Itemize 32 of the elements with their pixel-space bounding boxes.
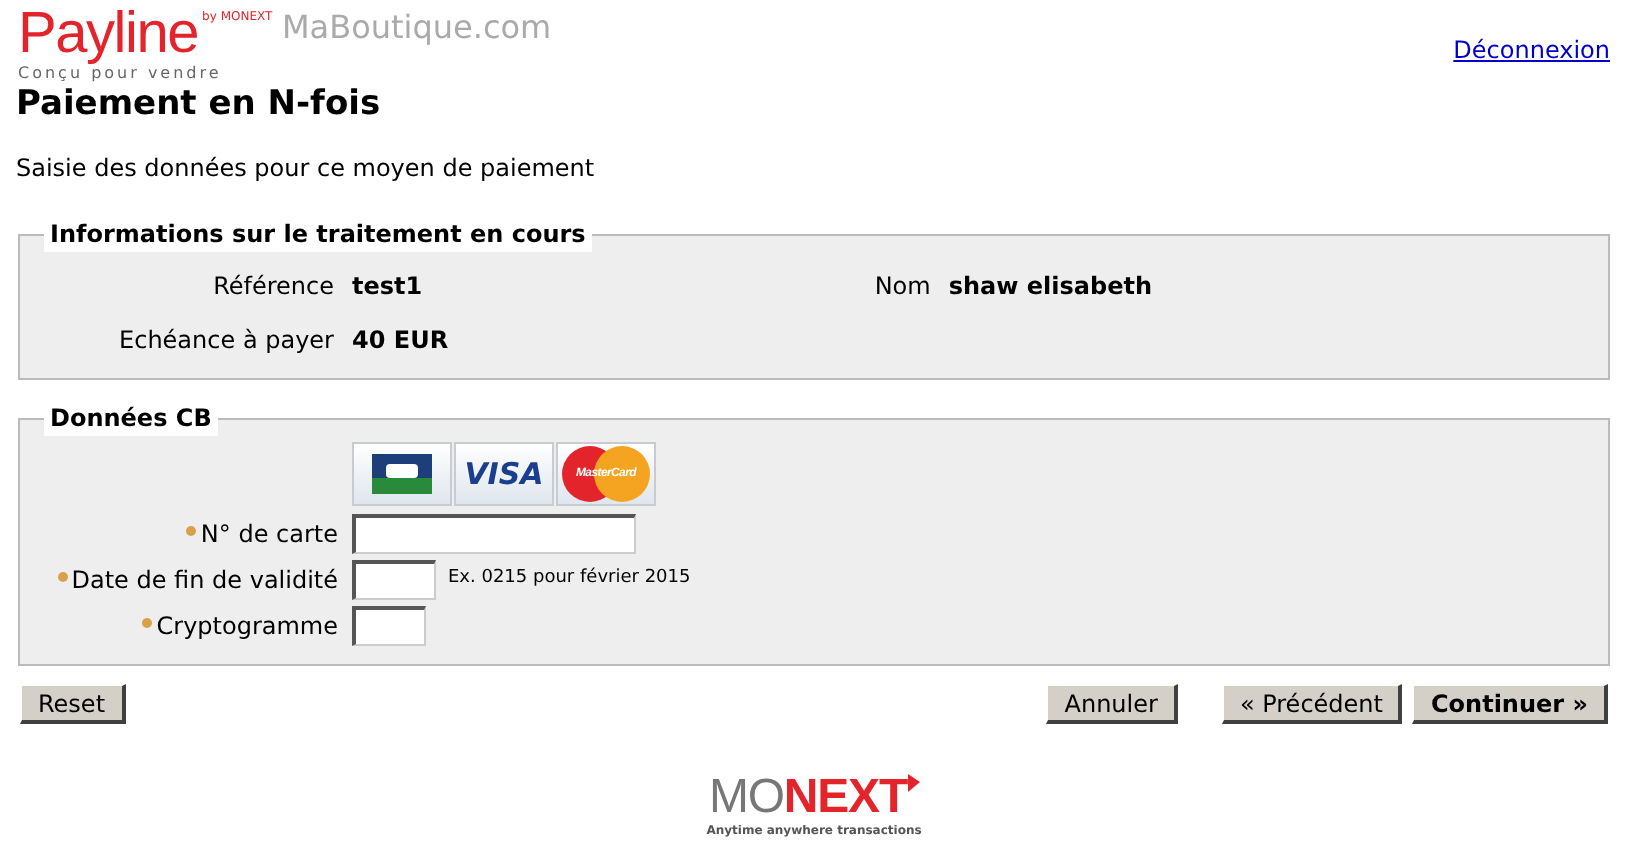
info-label: Echéance à payer <box>117 324 336 358</box>
card-input-field[interactable] <box>352 606 426 646</box>
required-dot-icon <box>57 571 68 581</box>
reset-button[interactable]: Reset <box>20 684 126 724</box>
card-input-field[interactable] <box>352 514 636 554</box>
info-label: Nom <box>874 270 933 304</box>
required-dot-icon <box>142 617 153 627</box>
field-label: Cryptogramme <box>156 610 338 644</box>
logout-link[interactable]: Déconnexion <box>1453 32 1610 68</box>
info-value: shaw elisabeth <box>948 270 1152 304</box>
required-dot-icon <box>186 525 197 535</box>
info-value: 40 EUR <box>352 324 449 358</box>
brand-logo: Payline <box>18 4 199 64</box>
info-value: test1 <box>352 270 423 304</box>
page-subtitle: Saisie des données pour ce moyen de paiement <box>14 152 597 186</box>
page-title: Paiement en N-fois <box>14 84 383 124</box>
monext-logo: MONEXT <box>708 774 908 822</box>
card-input-field[interactable] <box>352 560 436 600</box>
brand-tagline: Conçu pour vendre <box>18 64 224 84</box>
form-button[interactable]: Annuler <box>1046 684 1178 724</box>
field-label: Date de fin de validité <box>71 564 338 598</box>
shop-name: MaBoutique.com <box>282 6 552 50</box>
card-legend: Données CB <box>44 400 218 436</box>
field-label: N° de carte <box>200 518 338 552</box>
mastercard-circles-icon <box>560 444 652 504</box>
info-label: Référence <box>211 270 336 304</box>
form-button[interactable]: Continuer » <box>1412 684 1608 724</box>
cb-icon <box>372 454 432 494</box>
field-hint: Ex. 0215 pour février 2015 <box>448 566 691 593</box>
arrow-icon <box>907 774 920 792</box>
form-button[interactable]: « Précédent <box>1221 684 1403 724</box>
visa-logo: VISA <box>464 453 544 496</box>
